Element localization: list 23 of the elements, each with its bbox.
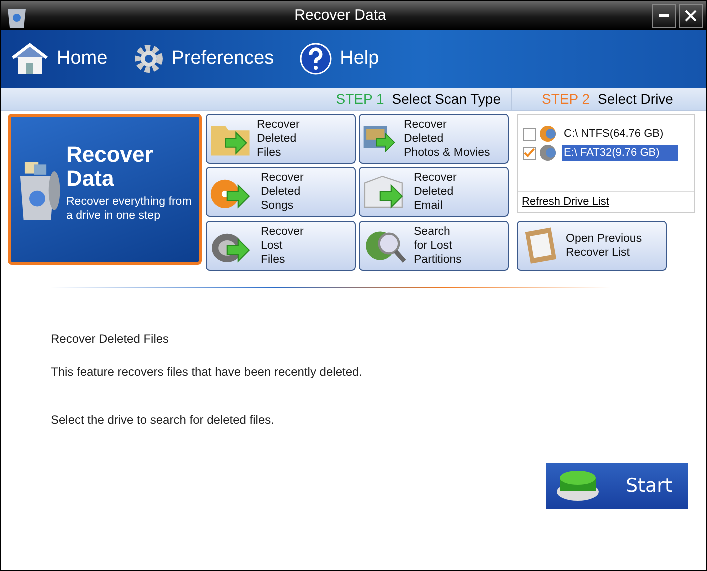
scan-type-button[interactable]: Recover Lost Files — [206, 220, 356, 271]
feature-title: Recover Deleted Files — [51, 332, 170, 346]
step-heading: STEP 1 Select Scan Type — [335, 91, 502, 107]
window-title: Recover Data — [294, 7, 388, 24]
scan-type-button[interactable]: Recover Deleted Email — [359, 167, 509, 218]
nav-item[interactable]: Help — [300, 43, 380, 75]
drive-item[interactable]: C:\ NTFS(64.76 GB) — [562, 126, 666, 142]
open-previous-button[interactable]: Open Previous Recover List — [517, 221, 667, 271]
step-heading: STEP 2 Select Drive — [511, 88, 706, 110]
refresh-drive-list-link[interactable]: Refresh Drive List — [518, 191, 694, 212]
scan-type-button[interactable]: Recover Deleted Files — [206, 114, 356, 164]
nav-item[interactable]: Preferences — [134, 44, 274, 74]
recover-data-card[interactable]: Recover Data Recover everything from a drive in one step — [8, 114, 202, 265]
feature-hint: Select the drive to search for deleted files. — [51, 413, 276, 427]
scan-type-button[interactable]: Search for Lost Partitions — [359, 220, 509, 271]
card-title: Recover Data — [66, 143, 154, 191]
scan-type-button[interactable]: Recover Deleted Photos & Movies — [359, 114, 509, 164]
start-button[interactable]: Start — [546, 463, 688, 509]
nav-item[interactable]: Home — [11, 42, 108, 76]
card-description: Recover everything from a drive in one step — [66, 195, 193, 223]
drive-item[interactable]: E:\ FAT32(9.76 GB) — [562, 145, 678, 161]
feature-description: This feature recovers files that have been recently deleted. — [51, 365, 364, 379]
scan-type-button[interactable]: Recover Deleted Songs — [206, 167, 356, 218]
